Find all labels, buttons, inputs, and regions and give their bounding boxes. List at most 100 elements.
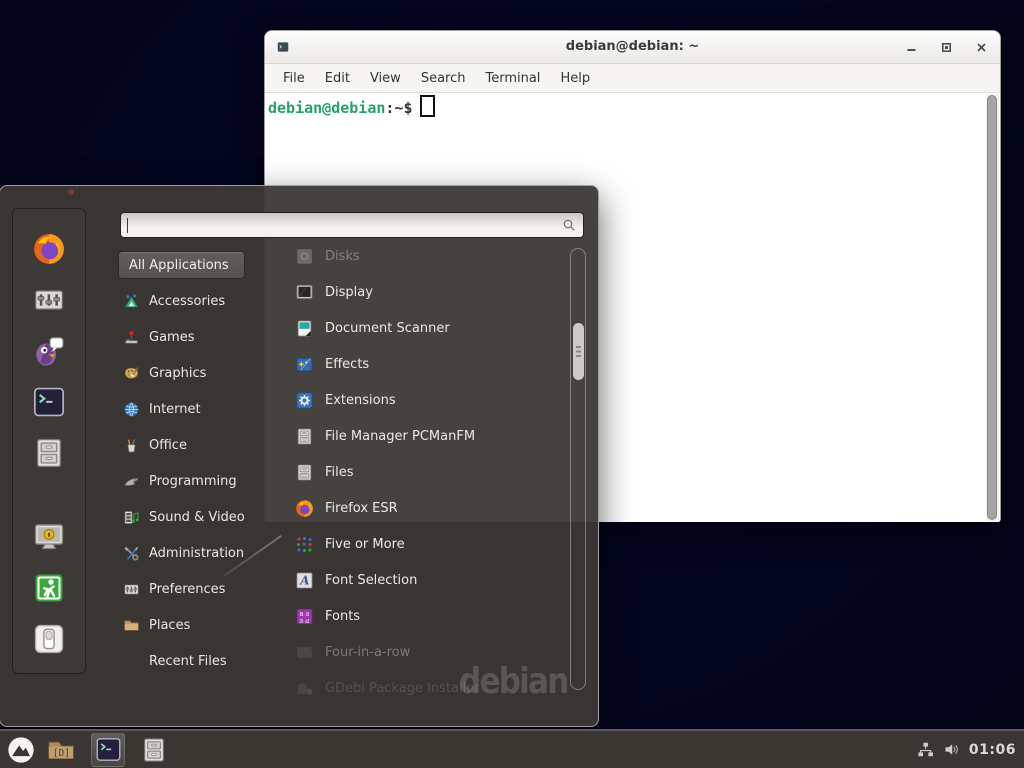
app-fonts[interactable]: aaaaFonts xyxy=(285,598,565,634)
five-or-more-icon xyxy=(295,535,314,554)
category-recent-files[interactable]: Recent Files xyxy=(118,643,273,679)
lock-screen-icon xyxy=(32,520,66,554)
places-icon xyxy=(123,617,140,634)
category-label: Places xyxy=(149,618,190,633)
favorite-pidgin[interactable] xyxy=(32,334,66,368)
category-all-applications[interactable]: All Applications xyxy=(118,251,245,279)
taskbar-terminal-button[interactable] xyxy=(91,733,125,767)
menu-scrollbar-handle[interactable] xyxy=(573,323,584,380)
prompt-path: :~$ xyxy=(385,99,412,117)
category-internet[interactable]: Internet xyxy=(118,391,273,427)
taskbar-clock[interactable]: 01:06 xyxy=(969,742,1016,758)
terminal-icon xyxy=(95,736,122,763)
favorite-shutdown[interactable] xyxy=(32,622,66,656)
show-desktop-icon: [D] xyxy=(46,735,76,765)
volume-icon[interactable] xyxy=(943,741,960,758)
category-label: Graphics xyxy=(149,366,206,381)
menubar-item-help[interactable]: Help xyxy=(550,67,600,90)
category-places[interactable]: Places xyxy=(118,607,273,643)
app-five-or-more[interactable]: Five or More xyxy=(285,526,565,562)
app-label: Firefox ESR xyxy=(325,501,398,516)
category-label: Games xyxy=(149,330,194,345)
close-button[interactable] xyxy=(976,42,986,52)
fonts-icon: aaaa xyxy=(295,607,314,626)
programming-icon xyxy=(123,473,140,490)
sound-video-icon xyxy=(123,509,140,526)
favorite-file-manager[interactable] xyxy=(32,436,66,470)
terminal-scrollbar-handle[interactable] xyxy=(987,95,997,520)
app-label: GDebi Package Installer xyxy=(325,681,480,696)
app-display[interactable]: Display xyxy=(285,274,565,310)
display-icon xyxy=(295,283,314,302)
terminal-titlebar[interactable]: debian@debian: ~ xyxy=(265,31,1000,64)
all-applications-label: All Applications xyxy=(129,258,229,273)
category-accessories[interactable]: Accessories xyxy=(118,283,273,319)
network-icon[interactable] xyxy=(917,741,934,758)
app-label: Display xyxy=(325,285,373,300)
category-administration[interactable]: Administration xyxy=(118,535,273,571)
terminal-window-title: debian@debian: ~ xyxy=(265,31,1000,63)
font-selection-icon: A xyxy=(295,571,314,590)
app-label: Disks xyxy=(325,249,360,264)
menubar-item-edit[interactable]: Edit xyxy=(315,67,360,90)
menubar-item-search[interactable]: Search xyxy=(411,67,476,90)
menu-search-box[interactable] xyxy=(120,212,584,238)
svg-text:a: a xyxy=(305,616,309,624)
menubar-item-terminal[interactable]: Terminal xyxy=(475,67,550,90)
prompt-user-host: debian@debian xyxy=(268,99,385,117)
firefox-icon xyxy=(32,232,66,266)
taskbar-files-button[interactable] xyxy=(138,734,170,766)
menubar-item-file[interactable]: File xyxy=(273,67,315,90)
terminal-icon xyxy=(32,385,66,419)
search-input[interactable] xyxy=(128,212,561,238)
taskbar-menu-button[interactable] xyxy=(5,734,37,766)
terminal-scrollbar[interactable] xyxy=(986,94,999,521)
maximize-button[interactable] xyxy=(941,42,951,52)
favorite-control-panel[interactable] xyxy=(32,283,66,317)
menu-applications-list: Disks Display Document ScannerEffects Exten… xyxy=(285,238,565,706)
category-sound-video[interactable]: Sound & Video xyxy=(118,499,273,535)
menu-icon xyxy=(6,735,36,765)
category-games[interactable]: Games xyxy=(118,319,273,355)
minimize-button[interactable] xyxy=(906,42,916,52)
app-label: Extensions xyxy=(325,393,396,408)
favorite-terminal[interactable] xyxy=(32,385,66,419)
office-icon xyxy=(123,437,140,454)
internet-icon xyxy=(123,401,140,418)
favorite-lock-screen[interactable] xyxy=(32,520,66,554)
app-firefox-esr[interactable]: Firefox ESR xyxy=(285,490,565,526)
app-extensions[interactable]: Extensions xyxy=(285,382,565,418)
app-document-scanner[interactable]: Document Scanner xyxy=(285,310,565,346)
app-gdebi-package-installer[interactable]: GDebi Package Installer xyxy=(285,670,565,706)
firefox-icon xyxy=(295,499,314,518)
favorite-firefox[interactable] xyxy=(32,232,66,266)
menubar-item-view[interactable]: View xyxy=(360,67,411,90)
app-disks[interactable]: Disks xyxy=(285,238,565,274)
category-label: Office xyxy=(149,438,187,453)
window-controls xyxy=(906,31,986,63)
app-effects[interactable]: Effects xyxy=(285,346,565,382)
app-label: File Manager PCManFM xyxy=(325,429,475,444)
favorite-logout[interactable] xyxy=(32,571,66,605)
app-font-selection[interactable]: A Font Selection xyxy=(285,562,565,598)
app-files[interactable]: Files xyxy=(285,454,565,490)
effects-icon xyxy=(295,355,314,374)
category-programming[interactable]: Programming xyxy=(118,463,273,499)
desktop[interactable]: debian@debian: ~ FileEditViewSearchTermi… xyxy=(0,0,1024,768)
category-office[interactable]: Office xyxy=(118,427,273,463)
category-label: Administration xyxy=(149,546,244,561)
debian-logo-red-dot xyxy=(68,189,74,195)
taskbar-show-desktop-button[interactable]: [D] xyxy=(45,734,77,766)
app-label: Font Selection xyxy=(325,573,417,588)
search-icon xyxy=(561,217,577,233)
category-graphics[interactable]: Graphics xyxy=(118,355,273,391)
app-file-manager-pcmanfm[interactable]: File Manager PCManFM xyxy=(285,418,565,454)
menu-scrollbar[interactable] xyxy=(570,248,586,690)
file-manager-icon xyxy=(32,436,66,470)
games-icon xyxy=(123,329,140,346)
app-four-in-a-row[interactable]: Four-in-a-row xyxy=(285,634,565,670)
category-label: Preferences xyxy=(149,582,225,597)
control-panel-icon xyxy=(32,283,66,317)
category-label: Internet xyxy=(149,402,201,417)
category-preferences[interactable]: Preferences xyxy=(118,571,273,607)
